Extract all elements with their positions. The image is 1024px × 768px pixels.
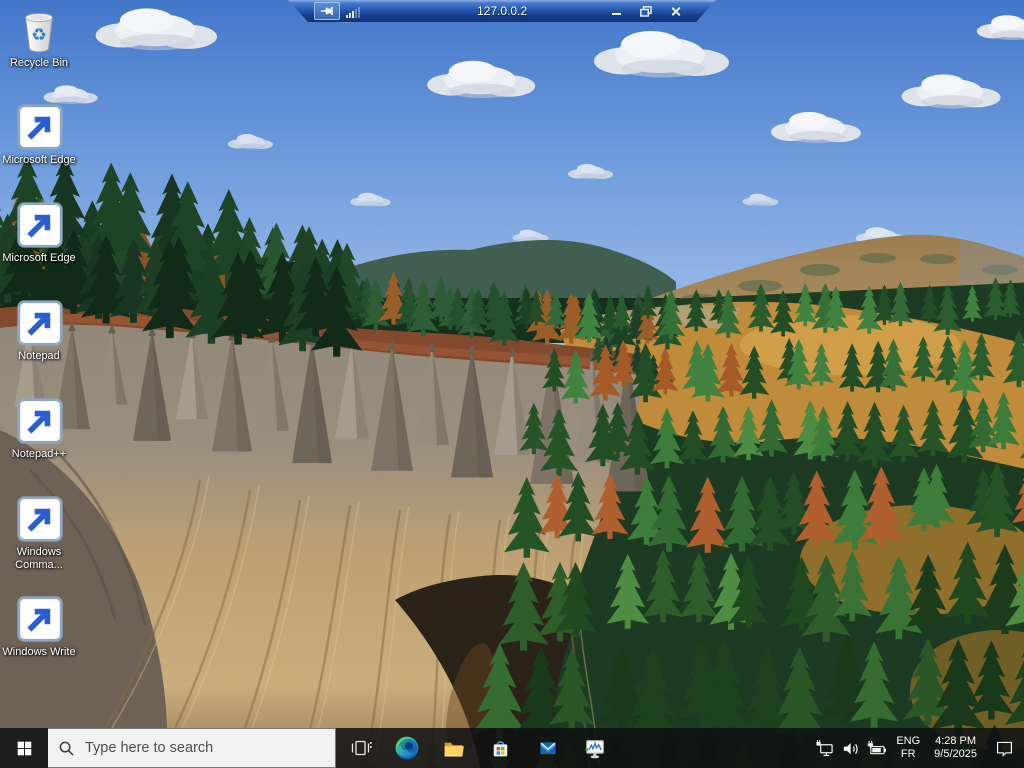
icon-label: Windows Write <box>2 646 75 659</box>
language-line2: FR <box>896 748 920 761</box>
shortcut-arrow-icon <box>17 104 63 150</box>
desktop-icon-microsoft-edge-1[interactable]: Microsoft Edge <box>2 105 76 167</box>
shortcut-arrow-icon <box>17 300 63 346</box>
icon-label: Microsoft Edge <box>2 154 75 167</box>
tray-network-button[interactable] <box>811 728 837 768</box>
tray-battery-button[interactable] <box>863 728 889 768</box>
shortcut-arrow-icon <box>17 596 63 642</box>
taskbar-app-task-view[interactable] <box>336 728 383 768</box>
icon-label: Notepad++ <box>12 448 66 461</box>
minimize-icon <box>612 13 621 15</box>
start-button[interactable] <box>0 728 48 768</box>
desktop-icon-windows-command[interactable]: C:\ Windows Comma... <box>2 497 76 572</box>
search-icon <box>58 740 75 757</box>
rdp-minimize-button[interactable] <box>606 4 626 19</box>
desktop-icon-recycle-bin[interactable]: ♻ Recycle Bin <box>2 8 76 70</box>
desktop: ♻ Recycle Bin Microsoft Edge Microsoft E… <box>0 0 1024 768</box>
signal-bars-icon <box>346 5 361 18</box>
network-icon <box>815 739 834 758</box>
file-explorer-icon <box>441 736 466 761</box>
battery-charging-icon <box>866 739 887 758</box>
tray-language-indicator[interactable]: ENG FR <box>889 728 927 768</box>
taskbar-app-file-explorer[interactable] <box>430 728 477 768</box>
desktop-icon-notepad[interactable]: Notepad <box>2 301 76 363</box>
clock-date: 9/5/2025 <box>934 748 977 761</box>
taskbar-app-microsoft-store[interactable] <box>477 728 524 768</box>
action-center-button[interactable] <box>984 728 1024 768</box>
desktop-icon-windows-write[interactable]: Windows Write <box>2 597 76 659</box>
rdp-close-button[interactable] <box>666 4 686 19</box>
taskbar-search[interactable] <box>48 728 336 768</box>
icon-label: Microsoft Edge <box>2 252 75 265</box>
pin-connection-bar-button[interactable] <box>314 2 340 20</box>
language-line1: ENG <box>896 735 920 748</box>
desktop-wallpaper <box>0 0 1024 768</box>
icon-label: Recycle Bin <box>10 57 68 70</box>
search-input[interactable] <box>83 739 293 757</box>
pushpin-icon <box>320 5 334 17</box>
shortcut-arrow-icon <box>17 202 63 248</box>
taskbar: ENG FR 4:28 PM 9/5/2025 <box>0 728 1024 768</box>
tray-clock[interactable]: 4:28 PM 9/5/2025 <box>927 728 984 768</box>
volume-icon <box>841 739 860 758</box>
desktop-icon-notepad-plus-plus[interactable]: Notepad++ <box>2 399 76 461</box>
icon-label: Notepad <box>18 350 60 363</box>
windows-logo-icon <box>16 740 33 757</box>
desktop-icon-microsoft-edge-2[interactable]: Microsoft Edge <box>2 203 76 265</box>
microsoft-store-icon <box>488 736 513 761</box>
tray-volume-button[interactable] <box>837 728 863 768</box>
close-icon <box>671 6 682 17</box>
connection-quality-button[interactable] <box>346 5 361 18</box>
clock-time: 4:28 PM <box>934 735 977 748</box>
shortcut-arrow-icon <box>17 398 63 444</box>
action-center-icon <box>995 739 1014 758</box>
icon-label: Windows Comma... <box>2 546 76 572</box>
svg-text:♻: ♻ <box>31 26 46 46</box>
taskbar-app-microsoft-edge[interactable] <box>383 728 430 768</box>
rdp-connection-bar: 127.0.0.2 <box>288 0 716 22</box>
task-view-icon <box>348 736 372 760</box>
rdp-restore-button[interactable] <box>636 4 656 19</box>
system-tray: ENG FR 4:28 PM 9/5/2025 <box>811 728 1024 768</box>
taskbar-app-task-manager[interactable] <box>571 728 618 768</box>
shortcut-arrow-icon <box>17 496 63 542</box>
taskbar-app-mail[interactable] <box>524 728 571 768</box>
mail-icon <box>536 736 560 760</box>
restore-down-icon <box>640 6 652 17</box>
edge-icon <box>394 735 420 761</box>
recycle-bin-icon: ♻ <box>16 8 62 54</box>
task-manager-icon <box>582 736 607 761</box>
